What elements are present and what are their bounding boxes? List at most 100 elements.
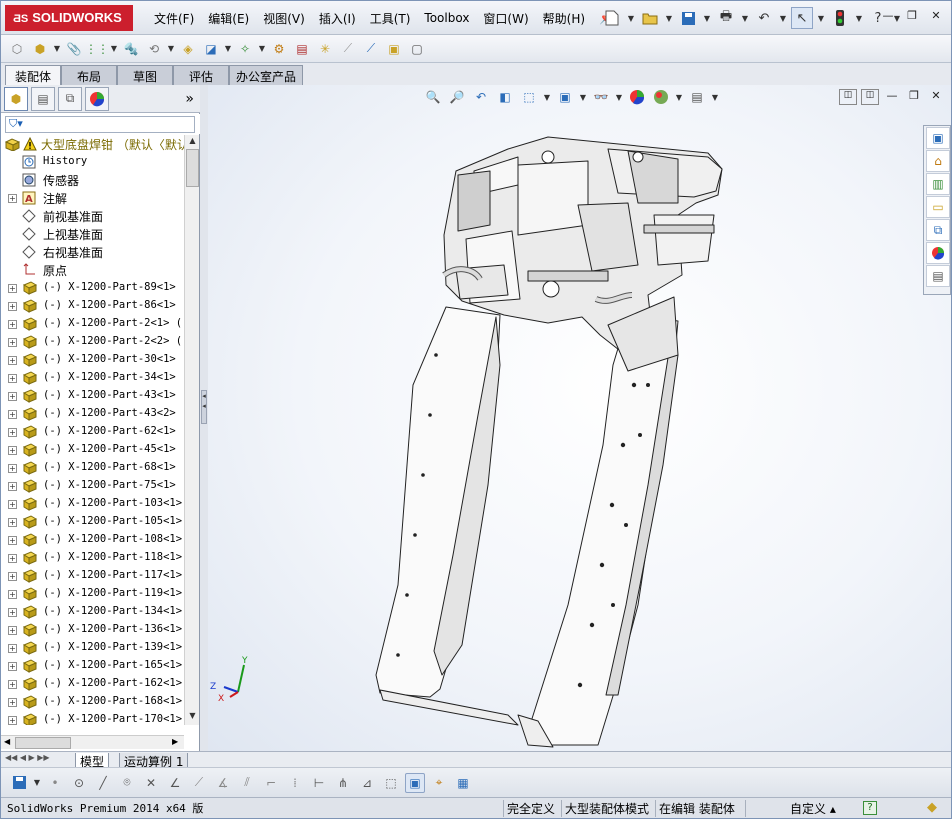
chevron-down-icon[interactable]: ▼	[53, 44, 61, 53]
open-folder-icon[interactable]	[639, 7, 661, 29]
tree-component-item[interactable]: + (-) X-1200-Part-170<1>	[1, 711, 184, 725]
scroll-left-icon[interactable]: ◀	[4, 737, 10, 746]
menu-window[interactable]: 窗口(W)	[476, 10, 535, 27]
menu-insert[interactable]: 插入(I)	[312, 10, 363, 27]
measure-icon[interactable]: ⌖	[429, 773, 449, 793]
tree-component-item[interactable]: + (-) X-1200-Part-2<2> (	[1, 333, 184, 351]
tree-feature-item[interactable]: 右视基准面	[1, 243, 184, 261]
tab-nav-arrows[interactable]: ◀◀ ◀ ▶ ▶▶	[5, 753, 50, 762]
expand-icon[interactable]: +	[8, 338, 17, 347]
scroll-thumb-horizontal[interactable]	[15, 737, 71, 749]
tree-component-item[interactable]: + (-) X-1200-Part-43<2> (	[1, 405, 184, 423]
appearances-icon[interactable]	[926, 242, 950, 264]
linear-pattern-icon[interactable]: ⋮⋮	[85, 39, 109, 59]
tree-component-item[interactable]: + (-) X-1200-Part-108<1>	[1, 531, 184, 549]
chevron-down-icon[interactable]: ▼	[167, 44, 175, 53]
tree-component-item[interactable]: + (-) X-1200-Part-2<1> (	[1, 315, 184, 333]
home-icon[interactable]: ⌂	[926, 150, 950, 172]
tree-component-item[interactable]: + (-) X-1200-Part-134<1>	[1, 603, 184, 621]
tree-component-item[interactable]: + (-) X-1200-Part-45<1> (	[1, 441, 184, 459]
select-pointer-icon[interactable]: ↖	[791, 7, 813, 29]
tree-feature-item[interactable]: 前视基准面	[1, 207, 184, 225]
chevron-down-icon[interactable]: ▼	[110, 44, 118, 53]
chamfer-icon[interactable]: ∡	[213, 773, 233, 793]
table-icon[interactable]: ▦	[453, 773, 473, 793]
display-manager-tab-icon[interactable]	[85, 86, 109, 111]
relation-icon[interactable]: ⊿	[357, 773, 377, 793]
configuration-manager-tab-icon[interactable]: ⧉	[58, 86, 82, 111]
bill-of-materials-icon[interactable]: ▤	[292, 39, 312, 59]
expand-icon[interactable]: +	[8, 500, 17, 509]
line-icon[interactable]: ╱	[93, 773, 113, 793]
expand-icon[interactable]: +	[8, 356, 17, 365]
expand-icon[interactable]: +	[8, 392, 17, 401]
expand-icon[interactable]: +	[8, 680, 17, 689]
tree-component-item[interactable]: + (-) X-1200-Part-136<1>	[1, 621, 184, 639]
tree-horizontal-scrollbar[interactable]: ◀ ▶	[1, 735, 184, 749]
expand-icon[interactable]: +	[8, 320, 17, 329]
solidworks-resources-icon[interactable]: ▣	[926, 127, 950, 149]
tree-component-item[interactable]: + (-) X-1200-Part-105<1>	[1, 513, 184, 531]
scroll-down-icon[interactable]: ▼	[187, 711, 198, 723]
reference-geometry-icon[interactable]: ✧	[235, 39, 255, 59]
collapse-panel-icon[interactable]: ◂ ◂	[201, 390, 207, 424]
expand-icon[interactable]: +	[8, 482, 17, 491]
trim-icon[interactable]: ✕	[141, 773, 161, 793]
expand-icon[interactable]: +	[8, 716, 17, 725]
tree-component-item[interactable]: + (-) X-1200-Part-34<1> (	[1, 369, 184, 387]
tree-root-assembly[interactable]: 大型底盘焊钳 （默认〈默认	[1, 135, 184, 153]
menu-view[interactable]: 视图(V)	[256, 10, 312, 27]
tab-layout[interactable]: 布局	[61, 65, 117, 85]
restore-icon[interactable]: ❐	[903, 9, 921, 25]
menu-toolbox[interactable]: Toolbox	[417, 11, 476, 25]
convert-entities-icon[interactable]: ⁞	[285, 773, 305, 793]
feature-manager-tab-icon[interactable]: ⬢	[4, 86, 28, 111]
chevron-down-icon[interactable]: ▼	[855, 14, 863, 23]
tab-sketch[interactable]: 草图	[117, 65, 173, 85]
custom-properties-icon[interactable]: ▤	[926, 265, 950, 287]
expand-icon[interactable]: +	[8, 572, 17, 581]
rebuild-traffic-light-icon[interactable]	[829, 7, 851, 29]
expand-icon[interactable]: +	[8, 698, 17, 707]
tree-component-item[interactable]: + (-) X-1200-Part-68<1> (	[1, 459, 184, 477]
expand-icon[interactable]: +	[8, 554, 17, 563]
instant3d-icon[interactable]: ⟋	[361, 39, 381, 59]
property-manager-tab-icon[interactable]: ▤	[31, 86, 55, 111]
chevron-down-icon[interactable]: ▼	[224, 44, 232, 53]
menu-edit[interactable]: 编辑(E)	[201, 10, 256, 27]
filter-input[interactable]: ⛉▾	[5, 115, 195, 133]
expand-icon[interactable]: +	[8, 194, 17, 203]
tab-assembly[interactable]: 装配体	[5, 65, 61, 86]
new-motion-study-icon[interactable]: ⚙	[269, 39, 289, 59]
expand-icon[interactable]: +	[8, 410, 17, 419]
scroll-up-icon[interactable]: ▲	[187, 136, 198, 148]
update-speedpak-icon[interactable]: ▣	[384, 39, 404, 59]
save-icon[interactable]	[9, 773, 29, 793]
expand-icon[interactable]: +	[8, 302, 17, 311]
panel-splitter[interactable]: ◂ ◂	[200, 85, 208, 751]
expand-icon[interactable]: +	[8, 662, 17, 671]
expand-icon[interactable]: +	[8, 428, 17, 437]
tree-component-item[interactable]: + (-) X-1200-Part-86<1> (	[1, 297, 184, 315]
tree-component-item[interactable]: + (-) X-1200-Part-30<1> (	[1, 351, 184, 369]
tab-office-products[interactable]: 办公室产品	[229, 65, 303, 85]
chevron-down-icon[interactable]: ▼	[779, 14, 787, 23]
mirror-icon[interactable]: ⋔	[333, 773, 353, 793]
circle-icon[interactable]: ⊙	[69, 773, 89, 793]
angle-icon[interactable]: ∠	[165, 773, 185, 793]
tree-feature-item[interactable]: 传感器	[1, 171, 184, 189]
tree-feature-item[interactable]: + A 注解	[1, 189, 184, 207]
tab-model[interactable]: 模型	[75, 753, 110, 769]
chevron-down-icon[interactable]: ▼	[703, 14, 711, 23]
expand-icon[interactable]: +	[8, 374, 17, 383]
scroll-right-icon[interactable]: ▶	[172, 737, 178, 746]
chevron-down-icon[interactable]: ▼	[258, 44, 266, 53]
chevron-down-icon[interactable]: ▼	[741, 14, 749, 23]
corner-icon[interactable]: ⌐	[261, 773, 281, 793]
expand-icon[interactable]: +	[8, 464, 17, 473]
expand-icon[interactable]: +	[8, 626, 17, 635]
3d-sketch-icon[interactable]: ⬚	[381, 773, 401, 793]
help-button[interactable]: ?	[863, 801, 877, 815]
chevron-down-icon[interactable]: ▼	[665, 14, 673, 23]
welding-gun-model[interactable]: Y Z X	[208, 85, 952, 751]
